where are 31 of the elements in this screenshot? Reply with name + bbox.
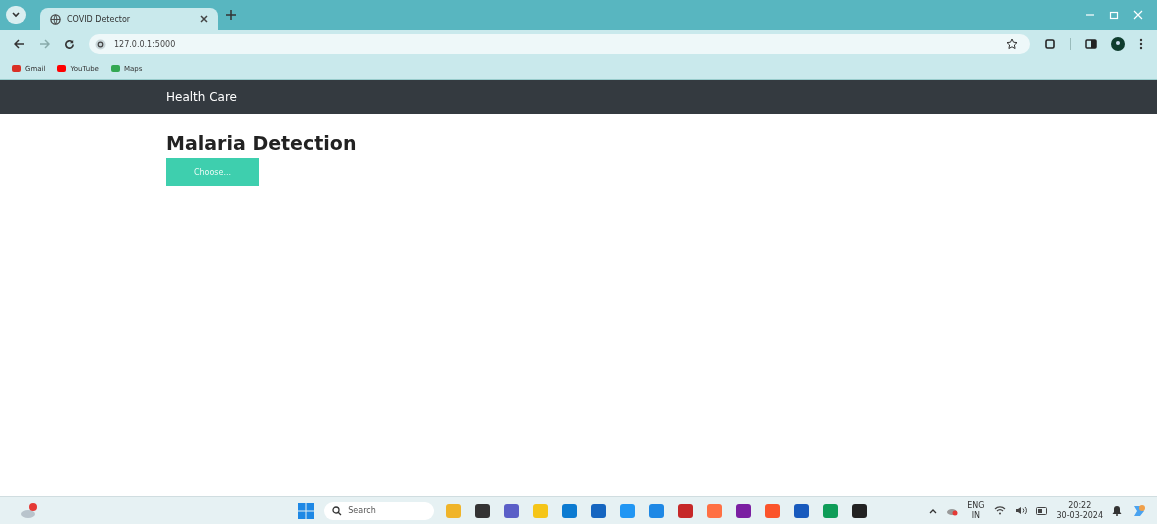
taskbar-search-field[interactable]: Search	[324, 501, 435, 520]
chevron-down-icon	[11, 11, 21, 19]
browser-tab[interactable]: COVID Detector	[40, 8, 218, 30]
star-icon[interactable]	[1006, 38, 1018, 50]
profile-avatar-icon[interactable]	[1111, 37, 1125, 51]
reload-icon[interactable]	[64, 38, 75, 50]
app-icon[interactable]	[852, 503, 868, 518]
menu-icon[interactable]	[1139, 38, 1143, 50]
side-panel-icon[interactable]	[1085, 38, 1097, 50]
battery-icon[interactable]	[1035, 506, 1048, 515]
app-icon[interactable]	[736, 503, 752, 518]
address-bar[interactable]: 127.0.0.1:5000	[89, 34, 1030, 54]
extensions-icon[interactable]	[1044, 38, 1056, 50]
clock-time[interactable]: 20:22	[1068, 500, 1092, 511]
tab-search-button[interactable]	[6, 6, 26, 24]
windows-start-icon[interactable]	[298, 502, 315, 519]
clock-date[interactable]: 30-03-2024	[1056, 510, 1103, 521]
page-heading: Malaria Detection	[166, 132, 357, 154]
region-label[interactable]: IN	[971, 510, 981, 521]
navbar-brand[interactable]: Health Care	[166, 90, 237, 104]
language-label[interactable]: ENG	[967, 500, 985, 511]
new-tab-icon[interactable]	[226, 10, 236, 20]
bell-icon[interactable]	[1112, 505, 1122, 516]
globe-icon	[50, 13, 61, 25]
wifi-icon[interactable]	[993, 506, 1006, 515]
chevron-up-icon[interactable]	[929, 507, 938, 514]
app-icon[interactable]	[475, 503, 491, 518]
close-icon[interactable]	[200, 15, 208, 23]
site-info-icon[interactable]	[95, 38, 106, 50]
speaker-icon[interactable]	[1014, 506, 1027, 515]
back-arrow-icon[interactable]	[14, 39, 25, 49]
